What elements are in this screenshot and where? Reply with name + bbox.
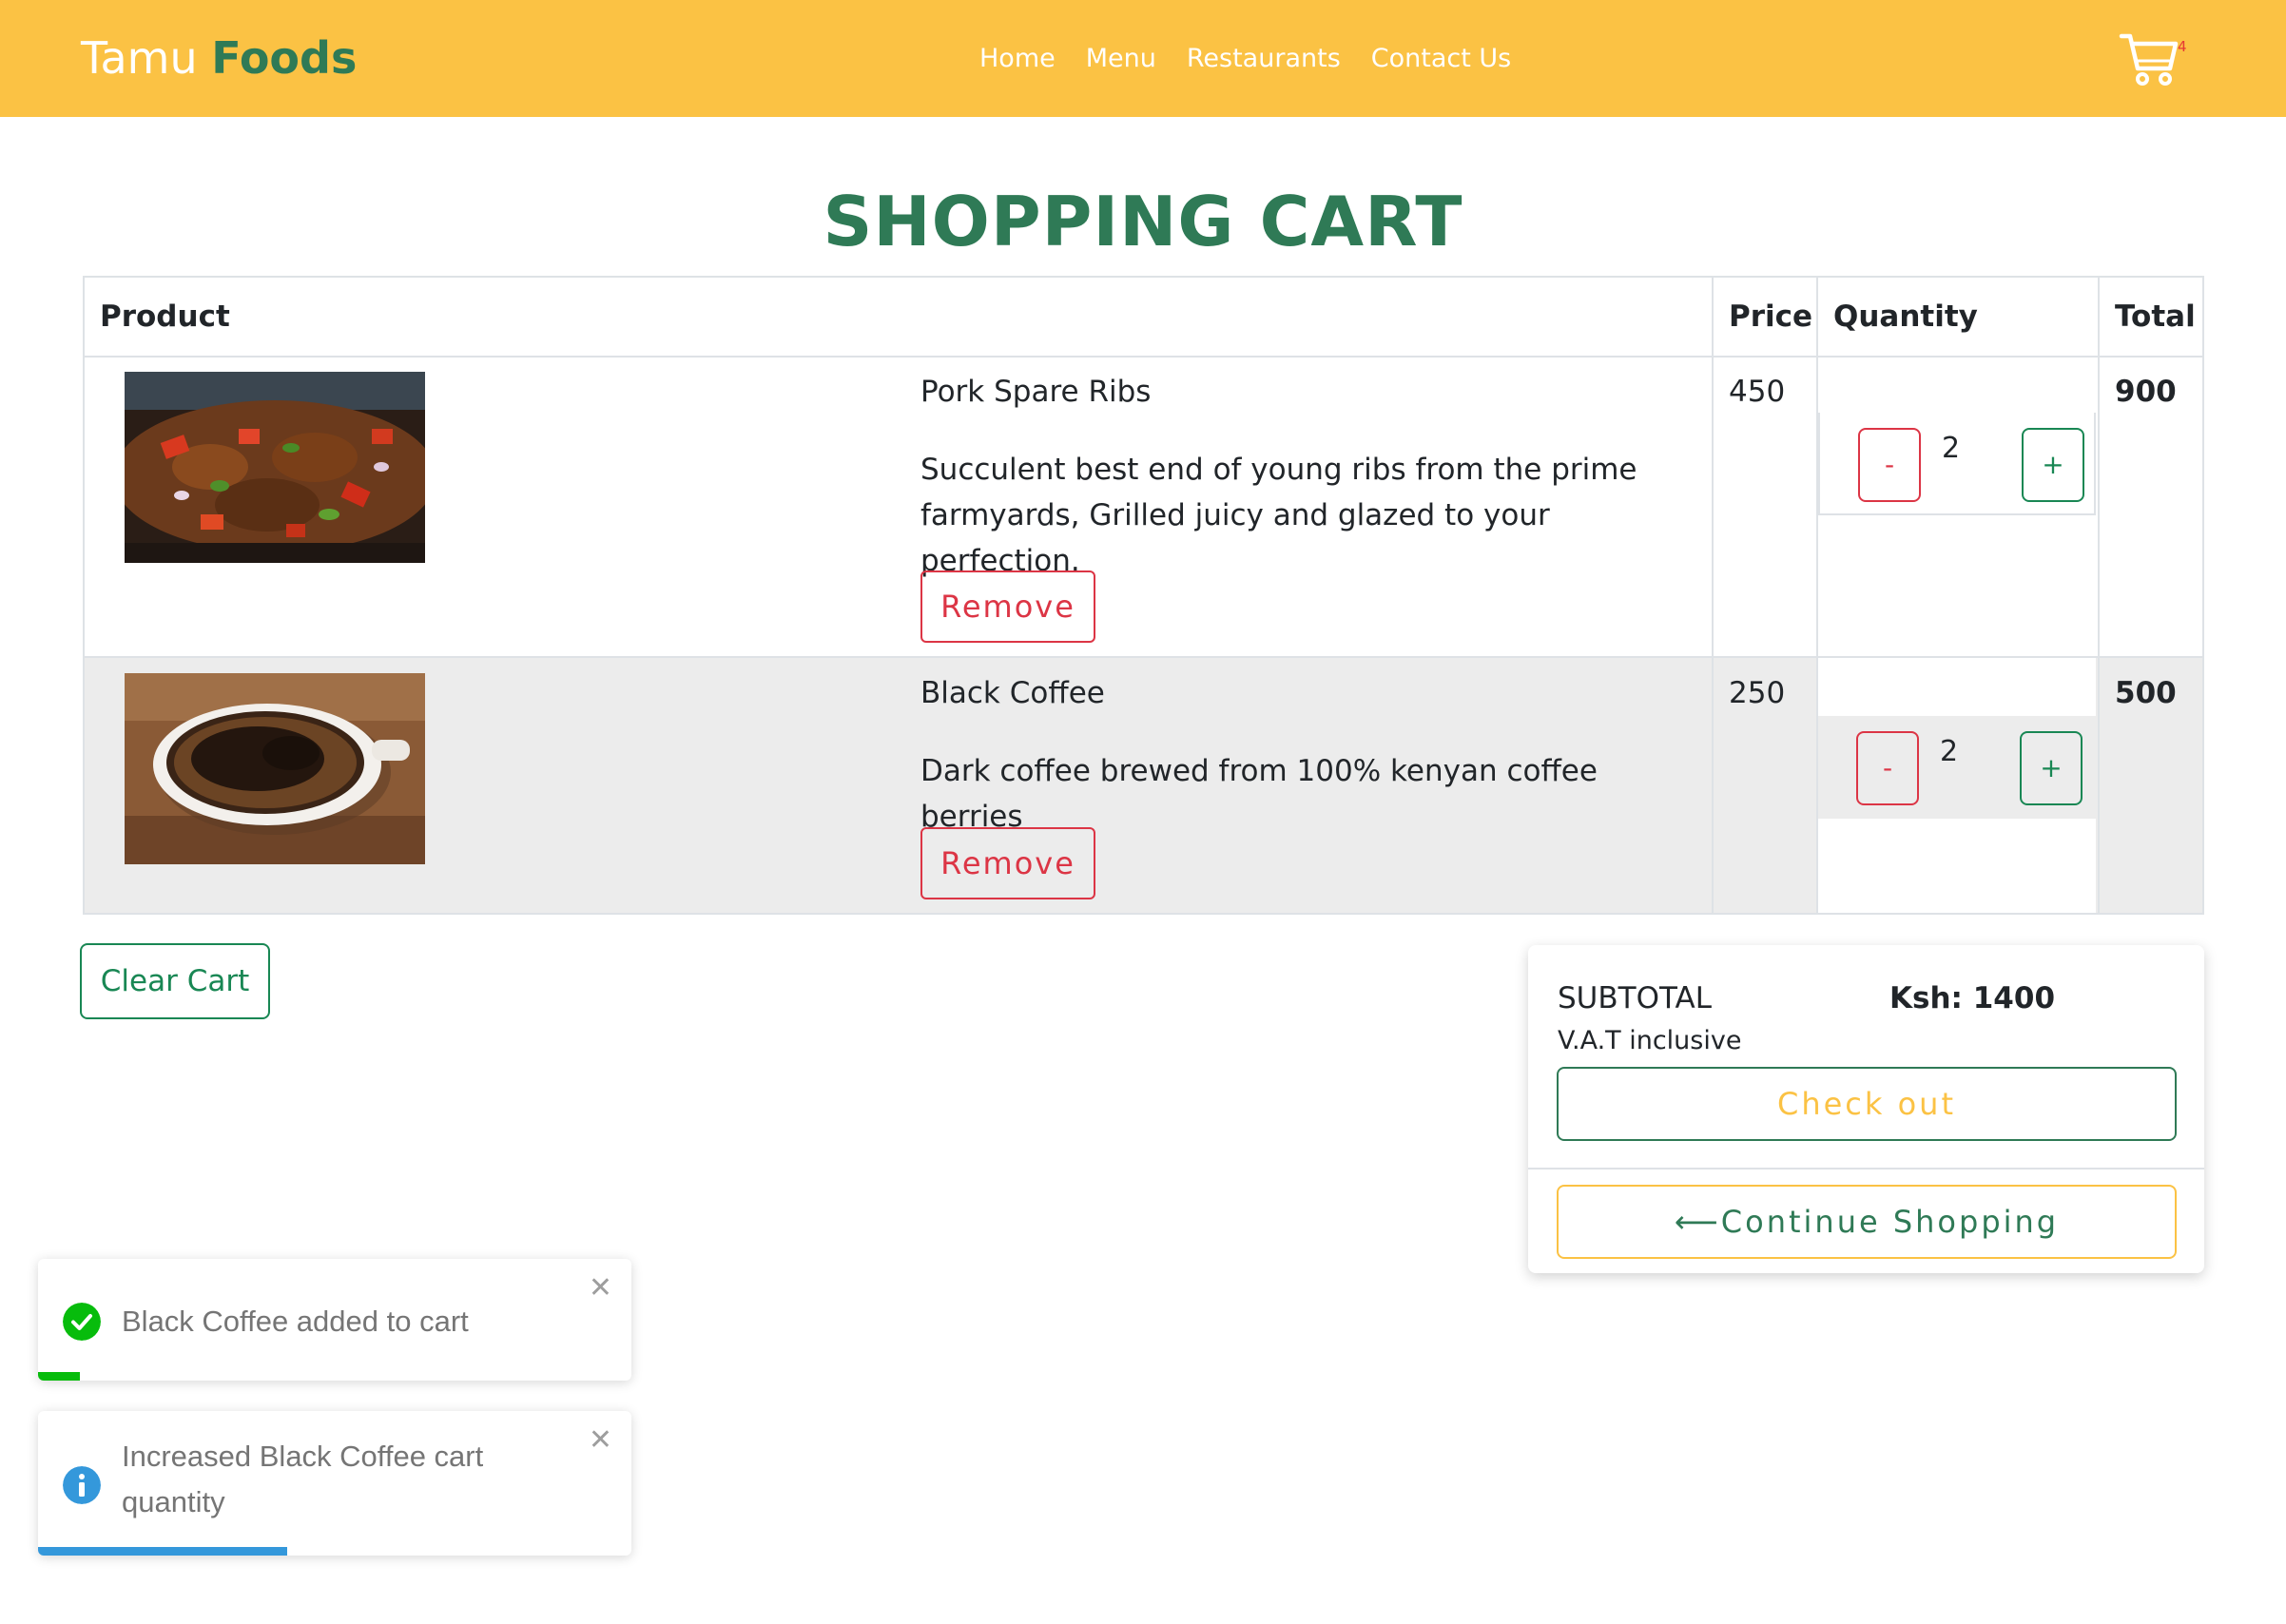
continue-shopping-button[interactable]: ⟵Continue Shopping bbox=[1557, 1185, 2177, 1259]
subtotal-label: SUBTOTAL bbox=[1558, 981, 1712, 1015]
toast-message: Black Coffee added to cart bbox=[122, 1305, 469, 1338]
toast-progress-bar bbox=[38, 1372, 80, 1381]
product-name: Black Coffee bbox=[920, 676, 1105, 710]
toast-info[interactable]: Increased Black Coffee cart quantity ✕ bbox=[38, 1411, 631, 1556]
info-circle-icon bbox=[63, 1466, 101, 1504]
brand-logo[interactable]: Tamu Foods bbox=[81, 29, 357, 87]
product-image-black-coffee[interactable] bbox=[125, 673, 425, 864]
increase-quantity-button[interactable]: + bbox=[2020, 731, 2083, 805]
cart-icon bbox=[2119, 33, 2179, 86]
navbar: Tamu Foods Home Menu Restaurants Contact… bbox=[0, 0, 2286, 117]
quantity-stepper: - 2 + bbox=[1818, 413, 2096, 515]
subtotal-value: Ksh: 1400 bbox=[1889, 981, 2056, 1015]
column-divider bbox=[1712, 278, 1714, 913]
quantity-stepper: - 2 + bbox=[1818, 716, 2096, 819]
nav-link-home[interactable]: Home bbox=[979, 38, 1056, 80]
increase-quantity-button[interactable]: + bbox=[2022, 428, 2084, 502]
remove-button[interactable]: Remove bbox=[920, 570, 1095, 643]
brand-name-first: Tamu bbox=[81, 32, 198, 84]
summary-divider bbox=[1528, 1168, 2204, 1170]
nav-link-menu[interactable]: Menu bbox=[1086, 38, 1156, 80]
header-divider bbox=[85, 356, 2202, 358]
brand-name-second: Foods bbox=[211, 32, 358, 84]
nav-links: Home Menu Restaurants Contact Us bbox=[979, 38, 1511, 80]
product-name: Pork Spare Ribs bbox=[920, 375, 1152, 409]
row-divider bbox=[85, 656, 2202, 658]
vat-note: V.A.T inclusive bbox=[1558, 1026, 1742, 1055]
remove-button[interactable]: Remove bbox=[920, 827, 1095, 899]
decrease-quantity-button[interactable]: - bbox=[1858, 428, 1921, 502]
quantity-value: 2 bbox=[1942, 432, 1961, 465]
header-total: Total bbox=[2115, 300, 2196, 334]
toast-progress-bar bbox=[38, 1547, 288, 1556]
total-value: 500 bbox=[2115, 676, 2177, 710]
product-description: Dark coffee brewed from 100% kenyan coff… bbox=[920, 754, 1598, 834]
quantity-value: 2 bbox=[1940, 735, 1959, 768]
cart-table: Product Price Quantity Total Pork Spare … bbox=[83, 276, 2204, 915]
header-price: Price bbox=[1729, 300, 1813, 334]
check-circle-icon bbox=[63, 1303, 101, 1341]
price-value: 450 bbox=[1729, 375, 1786, 409]
nav-link-restaurants[interactable]: Restaurants bbox=[1187, 38, 1341, 80]
price-value: 250 bbox=[1729, 676, 1786, 710]
nav-link-contact-us[interactable]: Contact Us bbox=[1371, 38, 1511, 80]
header-quantity: Quantity bbox=[1833, 300, 1978, 334]
cart-button[interactable] bbox=[2119, 30, 2179, 89]
close-icon[interactable]: ✕ bbox=[589, 1274, 612, 1303]
header-product: Product bbox=[100, 300, 230, 334]
close-icon[interactable]: ✕ bbox=[589, 1426, 612, 1455]
decrease-quantity-button[interactable]: - bbox=[1856, 731, 1919, 805]
cart-count-badge: 4 bbox=[2178, 38, 2187, 55]
page-title: SHOPPING CART bbox=[823, 182, 1463, 261]
order-summary-card: SUBTOTAL Ksh: 1400 V.A.T inclusive Check… bbox=[1528, 945, 2204, 1273]
toast-success[interactable]: Black Coffee added to cart ✕ bbox=[38, 1259, 631, 1381]
column-divider bbox=[2098, 278, 2100, 913]
product-description: Succulent best end of young ribs from th… bbox=[920, 453, 1637, 578]
checkout-button[interactable]: Check out bbox=[1557, 1067, 2177, 1141]
toast-message: Increased Black Coffee cart quantity bbox=[122, 1440, 484, 1518]
product-image-pork-ribs[interactable] bbox=[125, 372, 425, 563]
clear-cart-button[interactable]: Clear Cart bbox=[80, 943, 270, 1019]
total-value: 900 bbox=[2115, 375, 2177, 409]
